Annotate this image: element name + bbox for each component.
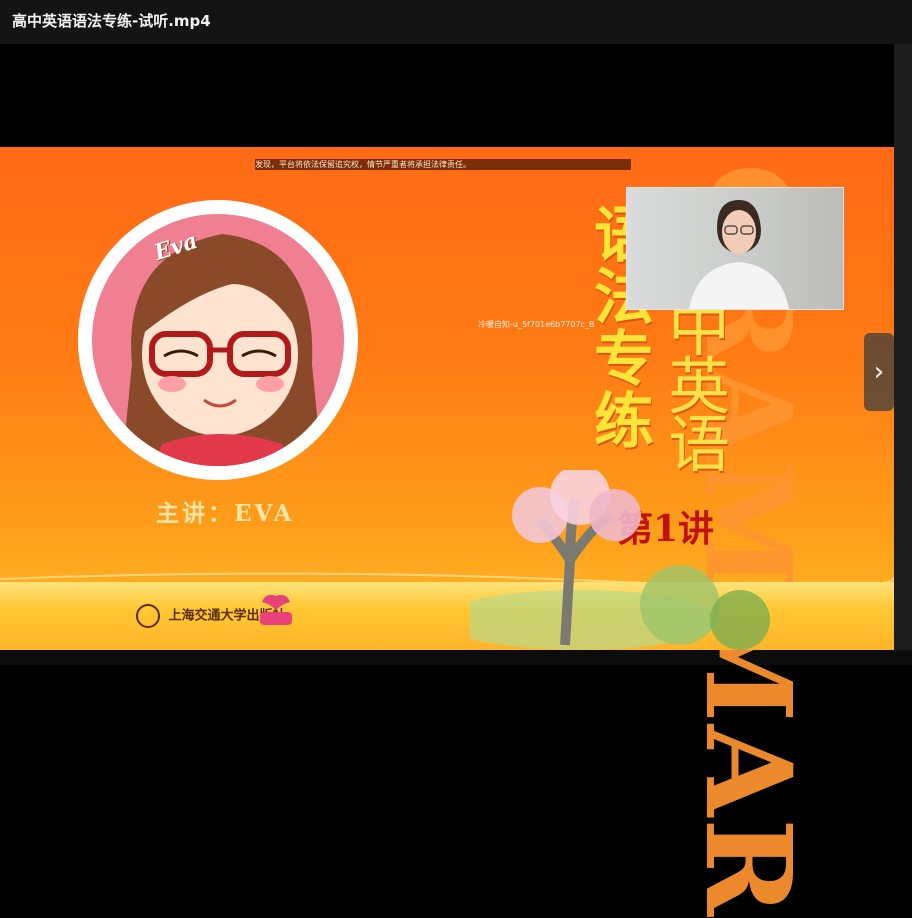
- brand-wing-icon: [260, 594, 292, 625]
- avatar: Eva: [92, 214, 344, 466]
- copyright-notice: 发现，平台将依法保留追究权，情节严重者将承担法律责任。: [255, 159, 631, 170]
- publisher-seal-icon: [136, 604, 160, 628]
- scrollbar[interactable]: [894, 44, 912, 650]
- title-char: 练: [594, 387, 654, 457]
- user-watermark: 冷暖自知-u_5f701e6b7707c_B: [478, 320, 595, 329]
- window-titlebar: 高中英语语法专练-试听.mp4: [0, 0, 912, 44]
- cartoon-girl-icon: [122, 234, 322, 466]
- presenter-webcam: [626, 187, 844, 310]
- title-char: 专: [594, 325, 654, 395]
- presenter-person-icon: [689, 200, 789, 309]
- window-title: 高中英语语法专练-试听.mp4: [12, 12, 211, 30]
- chevron-right-icon: ›: [873, 357, 885, 387]
- title-char: 语: [668, 408, 731, 481]
- title-column-2: 中 英 语: [668, 298, 738, 481]
- next-button[interactable]: ›: [864, 333, 894, 411]
- brand-logo: [256, 592, 296, 628]
- presenter-label: 主讲：EVA: [156, 500, 295, 527]
- blossom-tree-icon: [470, 470, 770, 650]
